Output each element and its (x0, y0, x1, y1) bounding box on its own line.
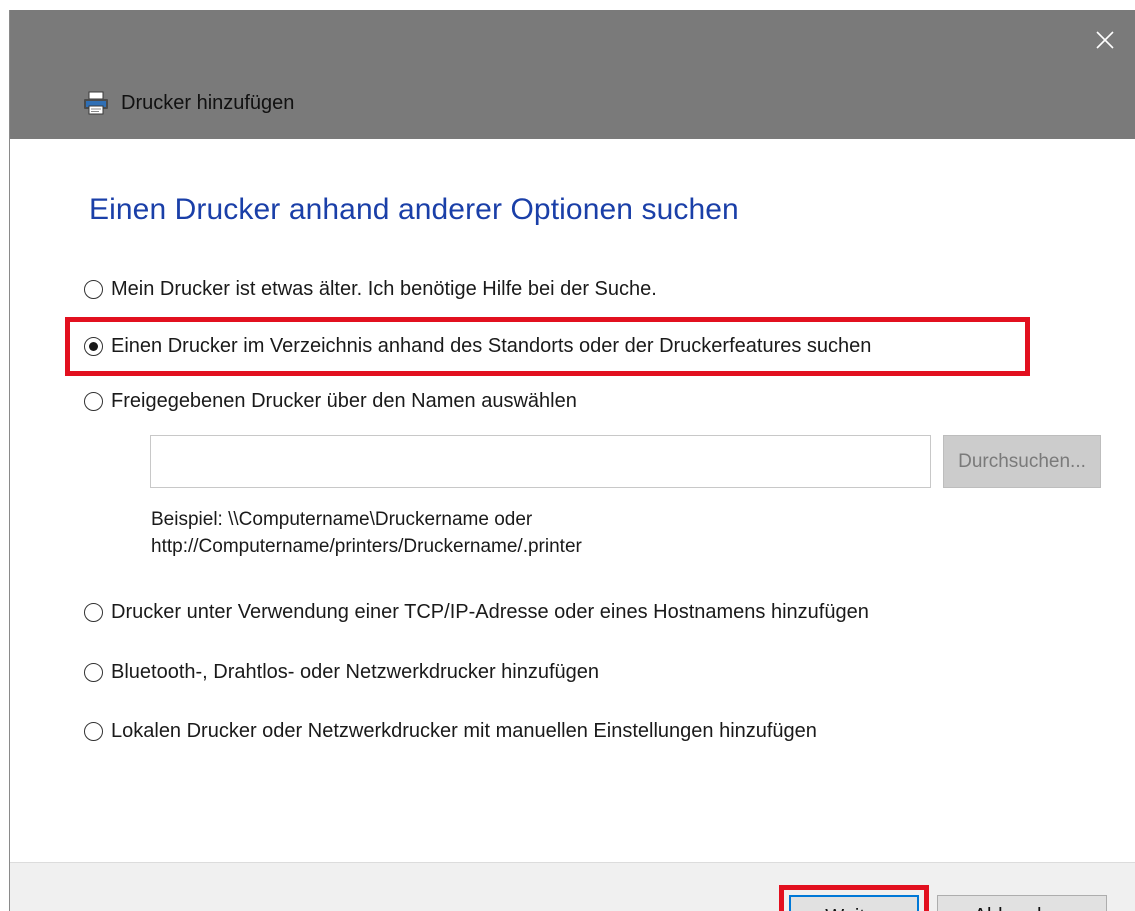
radio-button[interactable] (84, 721, 103, 741)
cancel-button[interactable]: Abbrechen (937, 895, 1107, 911)
printer-name-input[interactable] (150, 435, 931, 488)
option-label: Bluetooth-, Drahtlos- oder Netzwerkdruck… (111, 660, 600, 683)
close-button[interactable] (1089, 24, 1121, 56)
dialog-footer: Weiter Abbrechen (10, 862, 1135, 911)
radio-button[interactable] (84, 662, 103, 682)
title-bar: Drucker hinzufügen (10, 10, 1135, 139)
example-text: Beispiel: \\Computername\Druckername ode… (151, 506, 582, 560)
example-line-1: Beispiel: \\Computername\Druckername ode… (151, 509, 533, 530)
page-heading: Einen Drucker anhand anderer Optionen su… (89, 193, 739, 226)
radio-dot (89, 341, 98, 351)
window-title: Drucker hinzufügen (121, 91, 295, 114)
option-tcp-ip[interactable]: Drucker unter Verwendung einer TCP/IP-Ad… (84, 596, 869, 628)
option-bluetooth-wireless[interactable]: Bluetooth-, Drahtlos- oder Netzwerkdruck… (84, 656, 599, 688)
printer-icon (83, 90, 111, 116)
option-label: Lokalen Drucker oder Netzwerkdrucker mit… (111, 719, 817, 742)
radio-button[interactable] (84, 391, 103, 411)
option-label: Einen Drucker im Verzeichnis anhand des … (111, 334, 872, 357)
next-button[interactable]: Weiter (789, 895, 919, 911)
add-printer-dialog: Drucker hinzufügen Einen Drucker anhand … (9, 10, 1135, 911)
option-older-printer[interactable]: Mein Drucker ist etwas älter. Ich benöti… (84, 273, 657, 305)
app-title-row: Drucker hinzufügen (83, 88, 294, 118)
example-line-2: http://Computername/printers/Druckername… (151, 536, 582, 557)
radio-button[interactable] (84, 602, 103, 622)
radio-button[interactable] (84, 279, 103, 299)
close-icon[interactable] (1094, 29, 1116, 51)
browse-button[interactable]: Durchsuchen... (943, 435, 1101, 488)
radio-button-selected[interactable] (84, 336, 103, 356)
option-directory-search[interactable]: Einen Drucker im Verzeichnis anhand des … (84, 330, 871, 362)
option-shared-printer[interactable]: Freigegebenen Drucker über den Namen aus… (84, 385, 577, 417)
option-label: Freigegebenen Drucker über den Namen aus… (111, 389, 577, 412)
option-label: Mein Drucker ist etwas älter. Ich benöti… (111, 277, 657, 300)
option-local-manual[interactable]: Lokalen Drucker oder Netzwerkdrucker mit… (84, 715, 817, 747)
option-label: Drucker unter Verwendung einer TCP/IP-Ad… (111, 600, 869, 623)
